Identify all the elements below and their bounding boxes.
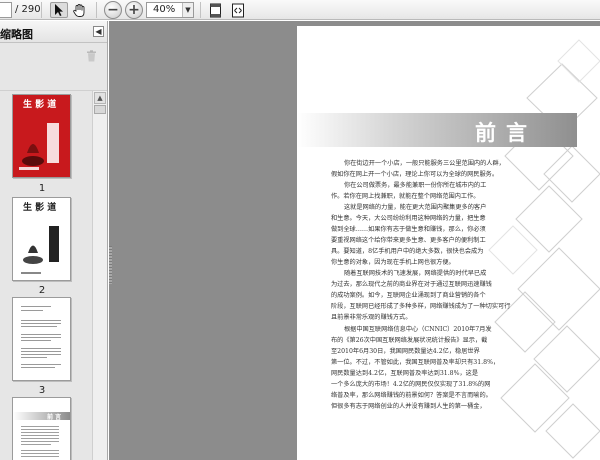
thumbnails-panel: 缩略图 ◀ 生 影 道 1 生 影 道 2 3 前 言 ▲: [0, 21, 108, 460]
text-line: 网民数量达到4.2亿，互联网普及率达到31.8%，这是: [331, 370, 479, 377]
thumbnails-options: [0, 43, 107, 91]
thumbnails-panel-header: 缩略图 ◀: [0, 21, 107, 43]
chevron-left-icon: ◀: [95, 27, 102, 36]
page-number-input[interactable]: [0, 2, 12, 18]
fit-page-icon: [209, 3, 221, 17]
fit-width-icon: [232, 3, 244, 17]
fit-page-button[interactable]: [206, 2, 224, 18]
toolbar-separator: [41, 2, 42, 18]
text-line: 根据中国互联网络信息中心（CNNIC）2010年7月发: [344, 326, 492, 333]
chevron-up-icon: ▲: [97, 94, 103, 102]
preface-title: 前言: [475, 120, 537, 145]
text-line: 你在公司做票务，最多能兼职一份你所在城市内的工: [344, 182, 487, 189]
collapse-panel-button[interactable]: ◀: [93, 26, 104, 37]
document-page: 前言 你在街边开一个小店，一般只能服务三公里范围内的人群， 假如你在网上开一个小…: [297, 26, 600, 460]
thumbnails-scrollbar[interactable]: ▲: [92, 91, 107, 460]
thumbnail-label: 2: [38, 285, 46, 296]
text-line: 的成功案例。如今，互联网企业涌现到了商业营销的各个: [331, 292, 486, 299]
document-viewer[interactable]: 前言 你在街边开一个小店，一般只能服务三公里范围内的人群， 假如你在网上开一个小…: [109, 21, 600, 460]
thumbnail-list[interactable]: 生 影 道 1 生 影 道 2 3 前 言: [0, 91, 92, 460]
thumbnail-2-cover-title: 生 影 道: [23, 203, 57, 213]
page-total: / 290: [15, 4, 41, 15]
text-line: 一个多么庞大的市场！4.2亿的网民仅仅实现了31.8%的网: [331, 381, 491, 388]
text-line: 做到全球……如果你有志于做生意和赚钱，那么，你必须: [331, 226, 486, 233]
panel-resize-handle[interactable]: [109, 246, 112, 284]
text-line: 这就是网络的力量，能在更大范围内聚集更多的客户: [344, 204, 487, 211]
hand-tool-button[interactable]: [70, 2, 88, 18]
text-line: 阶段，互联网已经形成了多种多样，网络赚钱成为了一种切实可行: [331, 303, 511, 310]
text-line: 第一位。不过，不管如此，我国互联网普及率却只有31.8%，: [331, 359, 500, 366]
zoom-in-button[interactable]: +: [125, 1, 143, 19]
text-line: 随着互联网技术的飞速发展，网络提供的时代早已成: [344, 270, 487, 277]
text-line: 你生意的对象，因为现在手机上网也很方便。: [331, 259, 455, 266]
zoom-out-button[interactable]: −: [104, 1, 122, 19]
thumbnail-page-3[interactable]: [12, 297, 71, 381]
thumbnails-panel-title: 缩略图: [0, 28, 33, 41]
page-text-preview: [21, 306, 61, 368]
page-text-preview: [21, 426, 59, 457]
select-arrow-icon: [55, 4, 63, 16]
scrollbar-thumb[interactable]: [94, 105, 106, 114]
toolbar-separator: [200, 2, 201, 18]
thumbnail-page-2[interactable]: 生 影 道: [12, 197, 71, 281]
fit-width-button[interactable]: [229, 2, 247, 18]
thumbnail-1-cover-title: 生 影 道: [23, 100, 57, 110]
scroll-up-arrow[interactable]: ▲: [94, 92, 106, 104]
thumbnail-label: 3: [38, 385, 46, 396]
text-line: 你在街边开一个小店，一般只能服务三公里范围内的人群，: [344, 160, 505, 167]
hand-icon: [72, 3, 84, 17]
text-line: 具。要知道，8亿手机用户中的绝大多数，很快也会成为: [331, 248, 484, 255]
toolbar-separator: [96, 2, 97, 18]
zoom-level-select[interactable]: 40% ▼: [146, 2, 194, 18]
select-tool-button[interactable]: [50, 2, 68, 18]
thumbnail-page-1[interactable]: 生 影 道: [12, 94, 71, 178]
thumbnail-page-4[interactable]: 前 言: [12, 397, 71, 460]
dropdown-icon[interactable]: ▼: [182, 3, 193, 17]
preface-banner: 前言: [297, 113, 577, 147]
text-line: 和生意。今天，大公司纷纷利用这种网络的力量，把生意: [331, 215, 486, 222]
text-line: 至2010年6月30日，我国网民数量达4.2亿，稳居世界: [331, 348, 480, 355]
text-line: 布的《第26次中国互联网络发展状况统计报告》显示，截: [331, 337, 488, 344]
text-line: 作。若你在网上找兼职，就能在整个网络范围内工作。: [331, 193, 480, 200]
text-line: 要重视网络这个给你带来更多生意、更多客户的便利制工: [331, 237, 486, 244]
text-line: 络普及率，那么网络赚钱的前景如何？答案是不言而喻的。: [331, 392, 492, 399]
thumbnail-label: 1: [38, 183, 46, 194]
trash-icon[interactable]: [86, 50, 97, 62]
text-line: 且前景非常乐观的赚钱方式。: [331, 314, 412, 321]
text-line: 假如你在网上开一个小店，理论上你可以为全球的网民服务。: [331, 171, 499, 178]
text-line: 但很多有志于网络创业的人并没有赚到人生的第一桶金，: [331, 403, 486, 410]
toolbar: / 290 − + 40% ▼: [0, 0, 600, 20]
zoom-out-icon: −: [107, 2, 119, 18]
zoom-level-value: 40%: [153, 4, 176, 15]
text-line: 为过去，那么现代之前的商业界在对于通过互联网迅速赚钱: [331, 281, 492, 288]
zoom-in-icon: +: [128, 2, 140, 18]
